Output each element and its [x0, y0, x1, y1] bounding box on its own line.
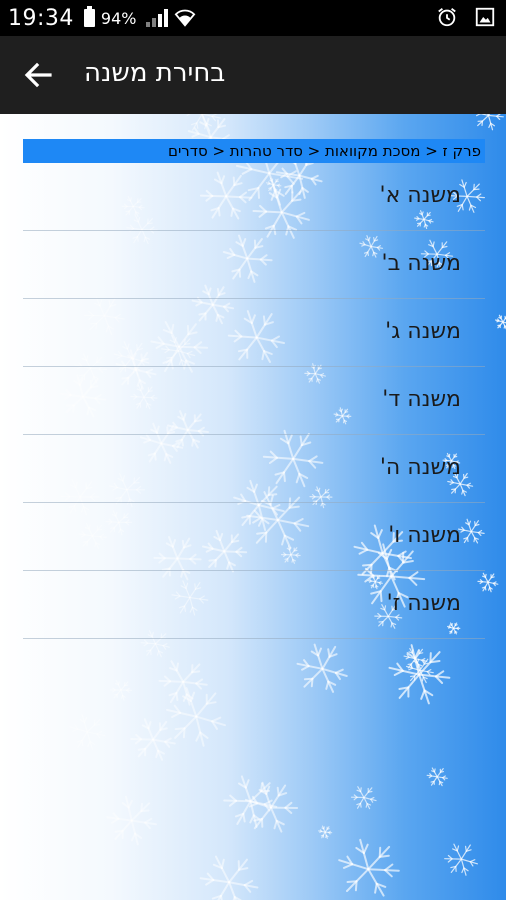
- list-item-label: משנה א': [379, 183, 461, 208]
- list-item[interactable]: משנה ב': [23, 231, 485, 299]
- list-item[interactable]: משנה ז': [23, 571, 485, 639]
- breadcrumb: פרק ז < מסכת מקוואות < סדר טהרות < סדרים: [23, 139, 485, 163]
- list-item-label: משנה ו': [388, 523, 461, 548]
- mishna-list: משנה א' משנה ב' משנה ג' משנה ד' משנה ה' …: [23, 163, 485, 639]
- list-item-label: משנה ה': [379, 455, 461, 480]
- status-left-group: 19:34 94%: [0, 6, 196, 31]
- battery-percent: 94%: [100, 8, 137, 28]
- main-content: פרק ז < מסכת מקוואות < סדר טהרות < סדרים…: [0, 114, 506, 900]
- app-bar: בחירת משנה: [0, 36, 506, 114]
- list-item-label: משנה ד': [382, 387, 461, 412]
- arrow-left-icon[interactable]: [22, 60, 54, 90]
- list-item-label: משנה ב': [381, 251, 461, 276]
- list-item-label: משנה ז': [386, 591, 461, 616]
- alarm-icon: [438, 8, 456, 27]
- battery-icon: [83, 6, 95, 27]
- list-item-label: משנה ג': [385, 319, 461, 344]
- status-right-group: [436, 6, 496, 28]
- signal-icon: [146, 9, 169, 27]
- list-item[interactable]: משנה ו': [23, 503, 485, 571]
- list-item[interactable]: משנה ג': [23, 299, 485, 367]
- page-title: בחירת משנה: [84, 58, 226, 88]
- list-item[interactable]: משנה ד': [23, 367, 485, 435]
- gallery-icon: [475, 7, 495, 27]
- list-item[interactable]: משנה ה': [23, 435, 485, 503]
- status-time: 19:34: [8, 5, 74, 31]
- list-item[interactable]: משנה א': [23, 163, 485, 231]
- status-bar: 19:34 94%: [0, 0, 506, 36]
- wifi-icon: [175, 9, 196, 27]
